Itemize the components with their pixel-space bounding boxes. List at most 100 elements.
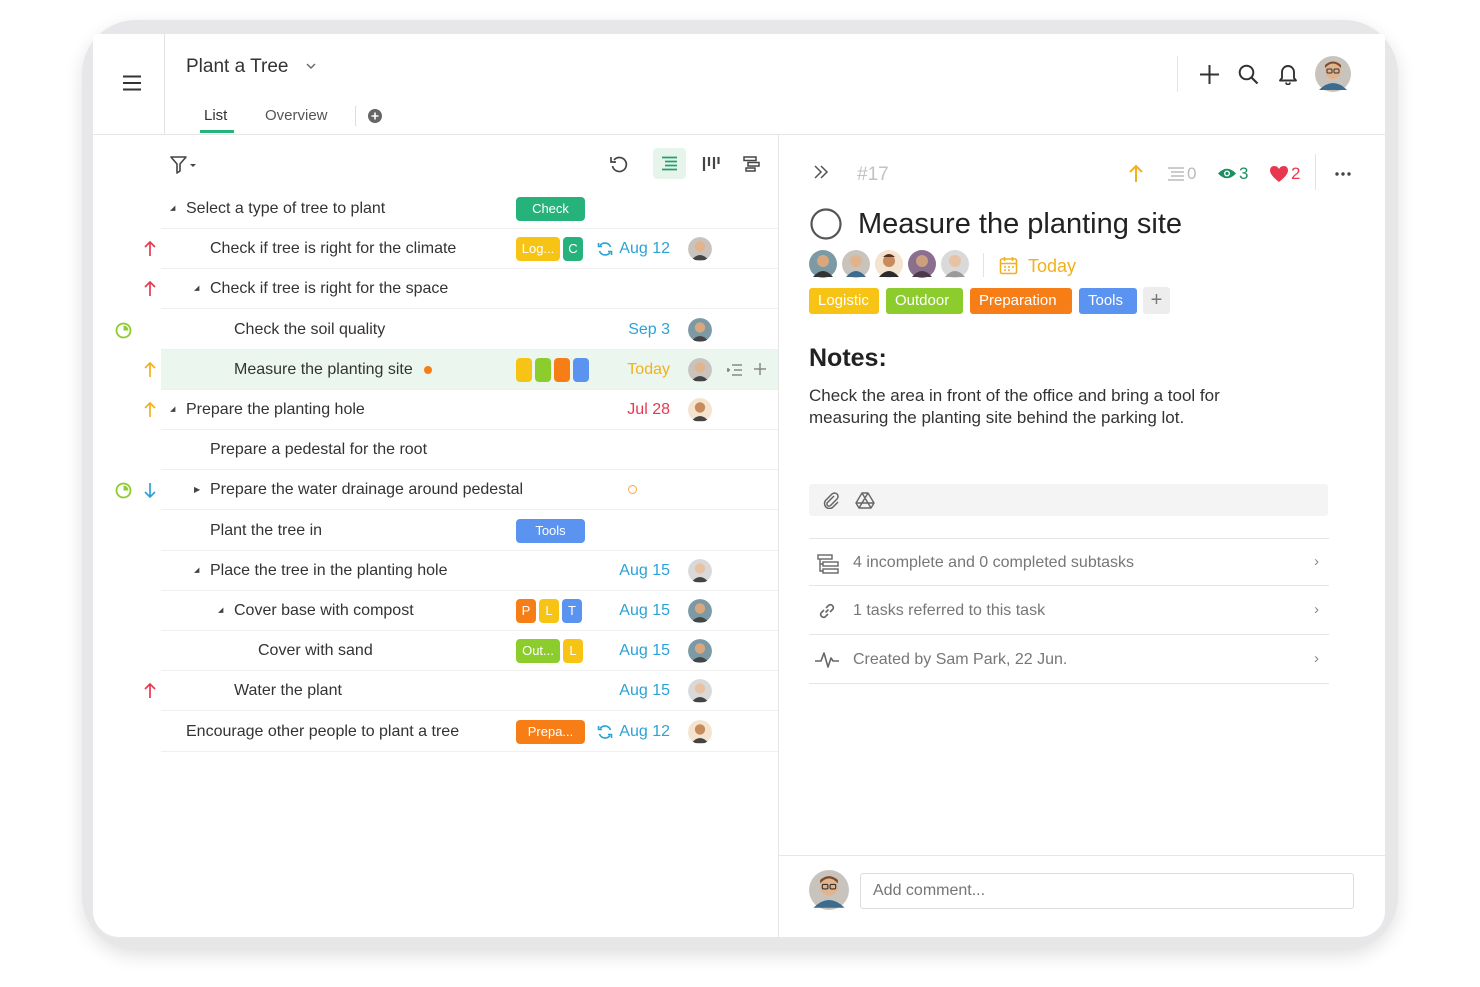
task-tag[interactable]: L (539, 599, 559, 623)
tab-list[interactable]: List (204, 105, 227, 127)
task-tag[interactable]: Prepa... (516, 719, 585, 744)
task-assignee-avatar[interactable] (688, 679, 712, 704)
list-view-button[interactable] (653, 148, 686, 179)
add-tab-icon[interactable] (368, 109, 382, 123)
comment-input[interactable] (860, 873, 1354, 909)
task-row[interactable]: Encourage other people to plant a tree Pr… (161, 712, 778, 752)
task-assignee-avatar[interactable] (688, 558, 712, 583)
task-tag[interactable]: T (562, 599, 582, 623)
subtasks-icon[interactable] (1167, 167, 1185, 181)
task-row[interactable]: Water the plant Aug 15 (161, 671, 778, 712)
priority-high-icon[interactable] (144, 240, 156, 257)
activity-row[interactable]: Created by Sam Park, 22 Jun. › (809, 636, 1329, 684)
detail-tag[interactable]: Tools (1079, 288, 1137, 314)
task-title[interactable]: Select a type of tree to plant (186, 189, 385, 229)
add-tag-button[interactable]: + (1143, 287, 1170, 314)
assignee-avatar[interactable] (908, 250, 936, 278)
expand-triangle-icon[interactable]: ▶ (194, 470, 200, 510)
menu-icon[interactable] (122, 75, 142, 91)
filter-icon[interactable] (170, 156, 202, 174)
assignee-avatar[interactable] (875, 250, 903, 278)
task-tag[interactable]: C (563, 237, 583, 262)
task-title[interactable]: Plant the tree in (210, 511, 322, 551)
task-title[interactable]: Check the soil quality (234, 310, 385, 350)
task-title[interactable]: Encourage other people to plant a tree (186, 712, 459, 752)
priority-high-icon[interactable] (144, 683, 156, 699)
task-row[interactable]: ◢ Place the tree in the planting hole Aug … (161, 551, 778, 591)
task-title[interactable]: Water the plant (234, 671, 342, 711)
task-assignee-avatar[interactable] (688, 398, 712, 422)
task-due-date[interactable]: Aug 15 (600, 591, 670, 631)
eye-icon[interactable] (1217, 167, 1237, 180)
task-assignee-avatar[interactable] (688, 237, 712, 262)
plus-icon[interactable] (1199, 64, 1220, 85)
priority-medium-icon[interactable] (144, 401, 156, 418)
paperclip-icon[interactable] (822, 491, 840, 509)
task-row[interactable]: Cover with sand Out... L Aug 15 (161, 631, 778, 672)
google-drive-icon[interactable] (855, 492, 875, 509)
board-view-icon[interactable] (702, 156, 720, 172)
complete-task-checkbox[interactable] (809, 207, 843, 241)
collapse-triangle-icon[interactable]: ◢ (218, 591, 223, 631)
project-title[interactable]: Plant a Tree (186, 54, 316, 80)
task-due-date[interactable]: Aug 15 (600, 631, 670, 671)
detail-tag[interactable]: Logistic (809, 288, 879, 314)
priority-low-icon[interactable] (144, 482, 156, 499)
task-title[interactable]: Prepare the planting hole (186, 390, 365, 430)
task-due-date[interactable]: Aug 15 (600, 551, 670, 591)
task-row[interactable]: Check if tree is right for the climate Lo… (161, 229, 778, 270)
collapse-triangle-icon[interactable]: ◢ (170, 189, 175, 229)
task-tag[interactable]: Check (516, 197, 585, 221)
task-row[interactable]: ◢ Prepare the planting hole Jul 28 (161, 390, 778, 430)
task-due-date[interactable]: Aug 12 (600, 229, 670, 269)
detail-task-title[interactable]: Measure the planting site (858, 206, 1182, 242)
task-tag[interactable]: L (563, 639, 583, 664)
gantt-view-icon[interactable] (743, 156, 761, 172)
heart-icon[interactable] (1269, 165, 1289, 183)
notes-text[interactable]: Check the area in front of the office an… (809, 385, 1279, 429)
task-due-date[interactable]: Sep 3 (600, 310, 670, 350)
task-title[interactable]: Place the tree in the planting hole (210, 551, 448, 591)
task-title[interactable]: Cover with sand (258, 631, 373, 671)
collapse-triangle-icon[interactable]: ◢ (170, 390, 175, 430)
task-tag[interactable]: Out... (516, 639, 560, 664)
assignee-avatar[interactable] (941, 250, 969, 278)
task-tag[interactable]: Tools (516, 518, 585, 543)
priority-up-icon[interactable] (1128, 164, 1144, 183)
task-assignee-avatar[interactable] (688, 719, 712, 744)
task-title[interactable]: Measure the planting site (234, 350, 413, 390)
detail-tag[interactable]: Preparation (970, 288, 1072, 314)
task-assignee-avatar[interactable] (688, 599, 712, 623)
task-title[interactable]: Cover base with compost (234, 591, 414, 631)
subtasks-row[interactable]: 4 incomplete and 0 completed subtasks › (809, 538, 1329, 586)
in-progress-icon[interactable] (115, 482, 132, 499)
task-row[interactable]: ◢ Check if tree is right for the space (161, 269, 778, 310)
collapse-panel-icon[interactable] (813, 165, 829, 179)
task-row[interactable]: Prepare a pedestal for the root (161, 430, 778, 471)
in-progress-icon[interactable] (115, 322, 132, 339)
add-subtask-icon[interactable] (726, 363, 743, 377)
task-title[interactable]: Prepare a pedestal for the root (210, 430, 427, 470)
task-assignee-avatar[interactable] (688, 639, 712, 664)
search-icon[interactable] (1238, 64, 1259, 85)
task-title[interactable]: Check if tree is right for the climate (210, 229, 456, 269)
task-row[interactable]: Measure the planting site Today (161, 349, 778, 390)
task-title[interactable]: Check if tree is right for the space (210, 269, 448, 309)
task-assignee-avatar[interactable] (688, 317, 712, 342)
due-date[interactable]: Today (1028, 254, 1076, 278)
bell-icon[interactable] (1278, 63, 1298, 85)
task-due-date[interactable]: Today (600, 350, 670, 390)
more-options-icon[interactable] (1335, 172, 1351, 176)
task-row[interactable]: Plant the tree in Tools (161, 511, 778, 551)
task-tag[interactable] (573, 357, 589, 382)
task-row[interactable]: ◢ Cover base with compost P L T Aug 15 (161, 591, 778, 631)
task-due-date[interactable]: Aug 12 (600, 712, 670, 752)
priority-medium-icon[interactable] (144, 361, 156, 378)
assignee-avatar[interactable] (809, 250, 837, 278)
calendar-icon[interactable] (999, 256, 1018, 275)
task-title[interactable]: Prepare the water drainage around pedest… (210, 470, 523, 510)
task-assignee-avatar[interactable] (688, 357, 712, 382)
task-tag[interactable]: P (516, 599, 536, 623)
task-row[interactable]: Check the soil quality Sep 3 (161, 310, 778, 350)
references-row[interactable]: 1 tasks referred to this task › (809, 587, 1329, 635)
